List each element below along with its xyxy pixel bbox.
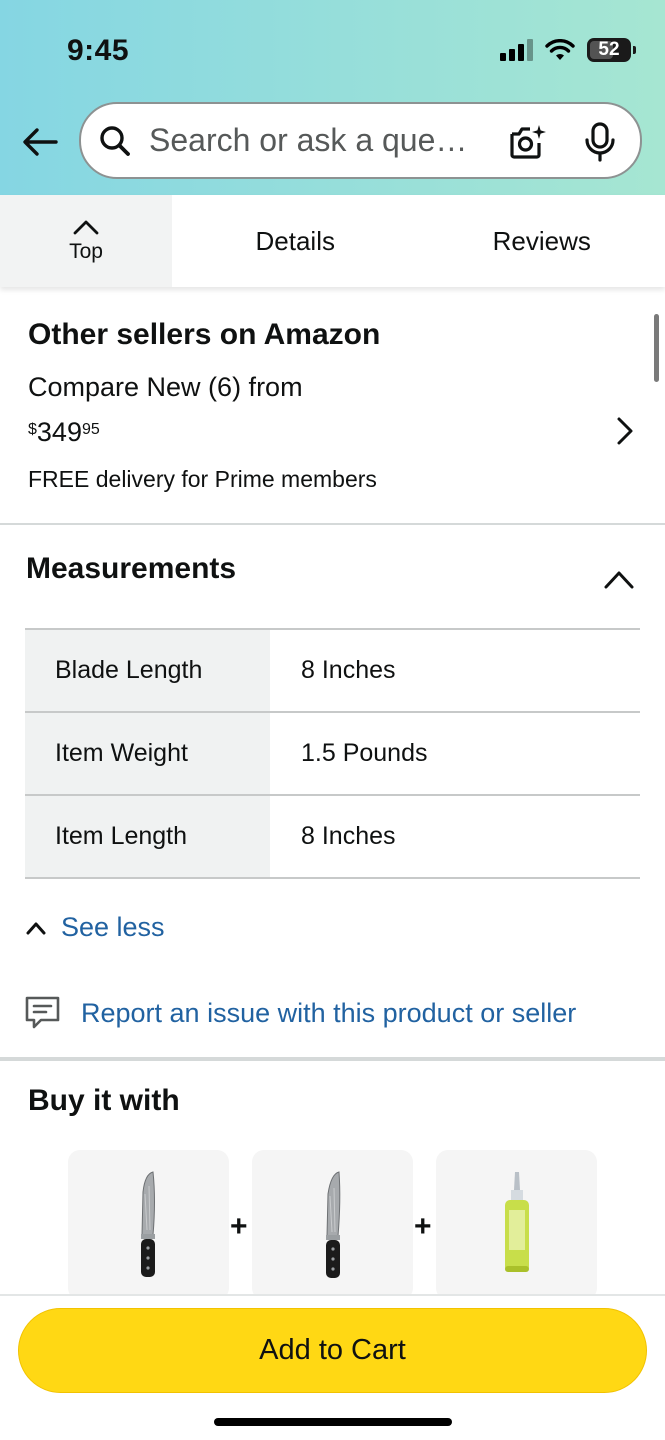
microphone-icon[interactable] (584, 122, 616, 162)
measurement-value: 8 Inches (301, 656, 396, 684)
app-header: 9:45 52 Search or ask a question (0, 0, 665, 195)
measurement-label: Item Weight (25, 712, 270, 795)
tab-top-label: Top (69, 240, 103, 263)
product-thumb-chef-knife[interactable] (68, 1150, 229, 1300)
see-less-label: See less (61, 912, 165, 942)
scroll-indicator (654, 314, 659, 382)
chef-knife-image (140, 1171, 155, 1277)
tab-details[interactable]: Details (172, 195, 419, 287)
measurement-label: Item Length (25, 795, 270, 878)
plus-sign: + (414, 1210, 432, 1243)
table-row: Item Weight 1.5 Pounds (25, 712, 640, 795)
table-row: Item Length 8 Inches (25, 795, 640, 878)
see-less-link[interactable]: See less (25, 912, 165, 943)
tab-reviews[interactable]: Reviews (419, 195, 665, 287)
camera-search-icon[interactable] (508, 122, 548, 162)
chevron-up-icon (73, 220, 99, 235)
product-thumb-knife-2[interactable] (252, 1150, 413, 1300)
bottom-action-bar: Add to Cart (0, 1294, 665, 1440)
other-sellers-section[interactable]: Other sellers on Amazon Compare New (6) … (0, 290, 665, 525)
price-symbol: $ (28, 421, 37, 438)
status-icons: 52 (500, 38, 636, 62)
report-issue-label: Report an issue with this product or sel… (81, 997, 577, 1028)
section-divider (0, 1057, 665, 1061)
measurements-table: Blade Length 8 Inches Item Weight 1.5 Po… (25, 628, 640, 879)
search-input[interactable]: Search or ask a question (149, 122, 479, 159)
price-whole: 349 (36, 417, 82, 447)
sellers-title: Other sellers on Amazon (28, 318, 381, 351)
sellers-delivery: FREE delivery for Prime members (28, 466, 377, 492)
measurements-title: Measurements (26, 552, 237, 585)
battery-level: 52 (598, 39, 620, 60)
search-bar[interactable]: Search or ask a question (79, 102, 642, 179)
status-time: 9:45 (67, 34, 130, 67)
search-icon (100, 125, 130, 156)
knife-image (325, 1171, 340, 1278)
measurement-label: Blade Length (25, 629, 270, 712)
report-chat-icon (25, 996, 60, 1029)
battery-icon: 52 (587, 38, 636, 62)
table-row: Blade Length 8 Inches (25, 629, 640, 712)
sellers-compare-text: Compare New (6) from (28, 372, 303, 402)
wifi-icon (545, 39, 575, 60)
oil-bottle-image (504, 1172, 529, 1272)
section-tabs: Top Details Reviews (0, 195, 665, 287)
plus-sign: + (230, 1210, 248, 1243)
home-indicator (214, 1418, 452, 1426)
report-issue-link[interactable]: Report an issue with this product or sel… (25, 996, 576, 1030)
buy-it-with-title: Buy it with (28, 1084, 180, 1117)
back-arrow-icon[interactable] (20, 122, 60, 162)
product-thumb-oil-bottle[interactable] (436, 1150, 597, 1300)
price-fraction: 95 (81, 421, 100, 438)
measurement-value: 1.5 Pounds (301, 739, 428, 767)
measurement-value: 8 Inches (301, 822, 396, 850)
caret-up-icon (26, 922, 46, 934)
signal-icon (500, 39, 533, 61)
tab-top[interactable]: Top (0, 195, 172, 287)
add-to-cart-button[interactable]: Add to Cart (18, 1308, 647, 1393)
chevron-right-icon[interactable] (615, 416, 635, 446)
sellers-price: $ 349 95 (28, 417, 100, 448)
collapse-chevron-icon[interactable] (603, 568, 635, 590)
